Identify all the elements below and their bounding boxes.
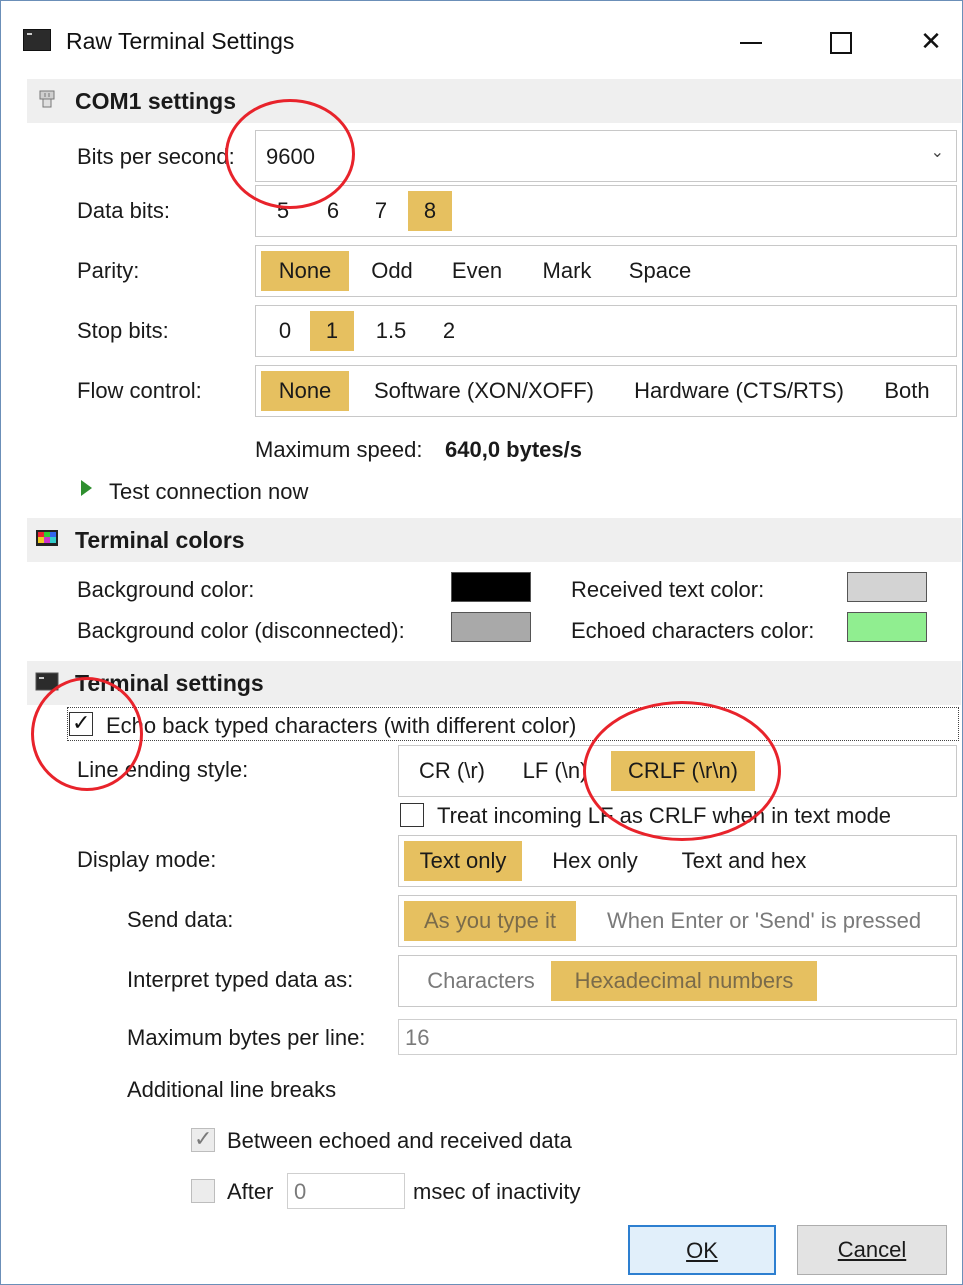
section-title-colors: Terminal colors <box>75 527 245 553</box>
flow-control-label: Flow control: <box>77 378 202 403</box>
data-bits-option-6[interactable]: 6 <box>318 191 348 231</box>
stop-bits-option-2[interactable]: 2 <box>434 311 464 351</box>
cancel-button-label: Cancel <box>837 1237 907 1262</box>
interpret-characters[interactable]: Characters <box>411 961 551 1001</box>
com-settings-header: COM1 settings <box>27 79 961 123</box>
received-text-color-label: Received text color: <box>571 577 765 602</box>
max-bytes-label: Maximum bytes per line: <box>127 1025 366 1050</box>
echo-label: Echo back typed characters (with differe… <box>106 713 577 738</box>
checkmark-icon: ✓ <box>194 1126 213 1151</box>
ok-button[interactable]: OK <box>628 1225 776 1275</box>
parity-option-space[interactable]: Space <box>620 251 700 291</box>
send-on-enter[interactable]: When Enter or 'Send' is pressed <box>589 901 939 941</box>
stop-bits-label: Stop bits: <box>77 318 169 343</box>
terminal-app-icon <box>23 29 51 51</box>
line-ending-label: Line ending style: <box>77 757 249 782</box>
display-mode-label: Display mode: <box>77 847 217 872</box>
bits-per-second-label: Bits per second: <box>77 144 235 169</box>
inactivity-msec-input[interactable]: 0 <box>287 1173 405 1209</box>
after-label: After <box>227 1179 274 1204</box>
stop-bits-option-0[interactable]: 0 <box>270 311 300 351</box>
parity-selector: None Odd Even Mark Space <box>255 245 957 297</box>
line-ending-cr[interactable]: CR (\r) <box>411 751 493 791</box>
flow-control-selector: None Software (XON/XOFF) Hardware (CTS/R… <box>255 365 957 417</box>
terminal-settings-header: Terminal settings <box>27 661 961 705</box>
additional-line-breaks-label: Additional line breaks <box>127 1077 337 1102</box>
background-disconnected-label: Background color (disconnected): <box>77 618 405 643</box>
send-as-you-type[interactable]: As you type it <box>404 901 576 941</box>
checkmark-icon: ✓ <box>72 710 91 735</box>
parity-option-mark[interactable]: Mark <box>532 251 602 291</box>
title-bar: Raw Terminal Settings ✕ <box>1 1 962 81</box>
stop-bits-option-1[interactable]: 1 <box>310 311 354 351</box>
treat-lf-checkbox[interactable] <box>400 803 424 827</box>
echoed-color-swatch[interactable] <box>847 612 927 642</box>
interpret-hex-numbers[interactable]: Hexadecimal numbers <box>551 961 817 1001</box>
parity-option-none[interactable]: None <box>261 251 349 291</box>
msec-label: msec of inactivity <box>413 1179 581 1204</box>
echoed-color-label: Echoed characters color: <box>571 618 815 643</box>
play-icon[interactable] <box>81 480 92 496</box>
interpret-selector: Characters Hexadecimal numbers <box>398 955 957 1007</box>
max-speed-value: 640,0 bytes/s <box>445 437 582 462</box>
between-echoed-checkbox[interactable]: ✓ <box>191 1126 215 1152</box>
flow-option-software[interactable]: Software (XON/XOFF) <box>362 371 606 411</box>
line-ending-lf[interactable]: LF (\n) <box>515 751 595 791</box>
data-bits-option-8[interactable]: 8 <box>408 191 452 231</box>
section-title-terminal: Terminal settings <box>75 670 264 696</box>
display-hex-only[interactable]: Hex only <box>535 841 655 881</box>
max-speed-label: Maximum speed: <box>255 437 423 462</box>
send-data-label: Send data: <box>127 907 234 932</box>
cancel-button[interactable]: Cancel <box>797 1225 947 1275</box>
chevron-down-icon: ⌄ <box>930 144 944 161</box>
stop-bits-option-1-5[interactable]: 1.5 <box>368 311 414 351</box>
terminal-icon <box>35 672 59 691</box>
raw-terminal-settings-dialog: Raw Terminal Settings ✕ COM1 settings Bi… <box>0 0 963 1285</box>
data-bits-label: Data bits: <box>77 198 170 223</box>
line-ending-selector: CR (\r) LF (\n) CRLF (\r\n) <box>398 745 957 797</box>
received-text-color-swatch[interactable] <box>847 572 927 602</box>
serial-port-icon <box>39 90 55 108</box>
after-inactivity-checkbox[interactable] <box>191 1179 215 1203</box>
window-title: Raw Terminal Settings <box>66 28 295 54</box>
inactivity-msec-value: 0 <box>294 1179 307 1204</box>
display-mode-selector: Text only Hex only Text and hex <box>398 835 957 887</box>
close-button[interactable]: ✕ <box>903 19 959 63</box>
display-text-only[interactable]: Text only <box>404 841 522 881</box>
background-color-label: Background color: <box>77 577 255 602</box>
parity-option-even[interactable]: Even <box>442 251 512 291</box>
ok-button-label: OK <box>686 1238 718 1263</box>
bits-per-second-combo[interactable]: 9600 ⌄ <box>255 130 957 182</box>
flow-option-both[interactable]: Both <box>872 371 942 411</box>
minimize-button[interactable] <box>723 19 779 63</box>
between-echoed-label: Between echoed and received data <box>227 1128 572 1153</box>
bits-per-second-value: 9600 <box>266 144 315 169</box>
section-title-com: COM1 settings <box>75 88 237 114</box>
max-bytes-value: 16 <box>405 1025 430 1050</box>
data-bits-option-7[interactable]: 7 <box>366 191 396 231</box>
treat-lf-label: Treat incoming LF as CRLF when in text m… <box>437 803 892 828</box>
stop-bits-selector: 0 1 1.5 2 <box>255 305 957 357</box>
data-bits-option-5[interactable]: 5 <box>268 191 298 231</box>
background-color-swatch[interactable] <box>451 572 531 602</box>
max-bytes-input[interactable]: 16 <box>398 1019 957 1055</box>
color-palette-icon <box>36 530 58 546</box>
background-disconnected-swatch[interactable] <box>451 612 531 642</box>
terminal-colors-header: Terminal colors <box>27 518 961 562</box>
parity-label: Parity: <box>77 258 140 283</box>
echo-checkbox[interactable]: ✓ <box>69 710 93 736</box>
parity-option-odd[interactable]: Odd <box>362 251 422 291</box>
close-icon: ✕ <box>920 26 942 56</box>
flow-option-none[interactable]: None <box>261 371 349 411</box>
data-bits-selector: 5 6 7 8 <box>255 185 957 237</box>
send-data-selector: As you type it When Enter or 'Send' is p… <box>398 895 957 947</box>
maximize-button[interactable] <box>813 19 869 63</box>
line-ending-crlf[interactable]: CRLF (\r\n) <box>611 751 755 791</box>
interpret-label: Interpret typed data as: <box>127 967 354 992</box>
flow-option-hardware[interactable]: Hardware (CTS/RTS) <box>626 371 852 411</box>
test-connection-link[interactable]: Test connection now <box>109 479 308 505</box>
display-text-and-hex[interactable]: Text and hex <box>669 841 819 881</box>
minimize-icon <box>740 42 762 45</box>
maximize-icon <box>830 32 852 55</box>
